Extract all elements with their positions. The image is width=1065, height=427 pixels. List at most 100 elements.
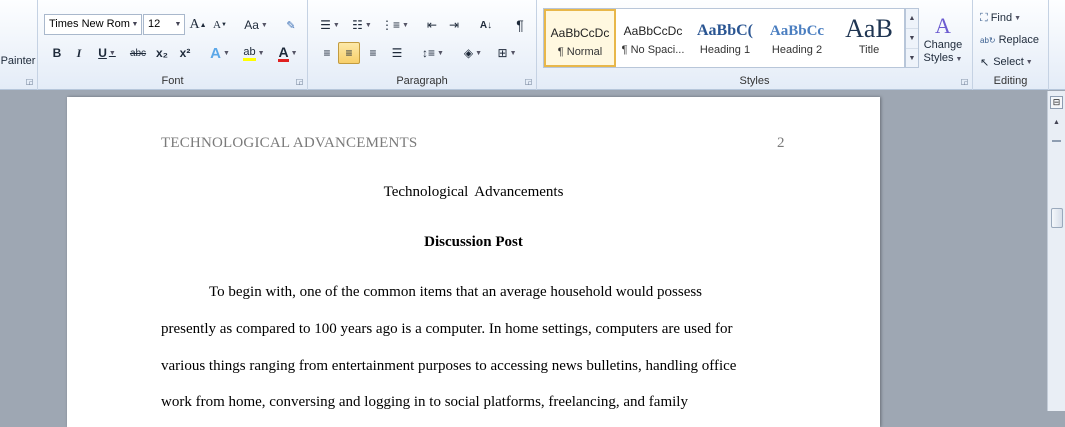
find-button[interactable]: ⛶ Find ▼ [979,7,1041,29]
align-left-button[interactable]: ≡ [316,42,338,64]
sort-button[interactable]: A↓ [476,14,496,36]
style-name: Title [858,44,880,56]
justify-button[interactable]: ☰ [386,42,408,64]
bold-icon: B [52,46,62,60]
clear-formatting-icon: ✎ [286,19,296,32]
ribbon: Painter ◲ Times New Rom ▼ 12 ▼ A ▲ A ▼ Aa ▼… [0,0,1065,90]
increase-indent-icon: ⇥ [448,18,460,32]
document-page[interactable]: TECHNOLOGICAL ADVANCEMENTS 2 Technologic… [67,97,880,427]
decrease-indent-button[interactable]: ⇤ [422,14,442,36]
replace-icon: ab↻ [980,35,996,45]
format-painter-label: Painter [0,55,36,67]
grow-font-button[interactable]: A ▲ [188,14,208,36]
borders-icon: ⊞ [497,46,508,60]
highlight-button[interactable]: ab ▼ [238,42,270,64]
paragraph-group: ☰ ▼ ☷ ▼ ⋮≡ ▼ ⇤ ⇥ A↓ ¶ ≡ ≡ ≡ ☰ ↕≡ ▼ ◈ ▼ ⊞… [308,0,537,90]
clipboard-group: Painter ◲ [0,0,38,90]
multilevel-list-button[interactable]: ⋮≡ ▼ [380,14,410,36]
grow-font-icon: A [189,17,200,32]
font-color-icon: A [278,43,289,62]
font-launcher-icon[interactable]: ◲ [295,77,304,86]
align-left-icon: ≡ [323,46,331,60]
clipboard-launcher-icon[interactable]: ◲ [25,77,34,86]
gallery-more-icon[interactable]: ▼ [906,49,918,69]
italic-button[interactable]: I [70,42,88,64]
font-group-label: Font [161,75,184,87]
style-sample: AaBbCcDc [550,26,610,40]
subscript-icon: x₂ [155,46,168,60]
bullets-icon: ☰ [320,18,331,32]
underline-button[interactable]: U ▼ [93,42,121,64]
page-number: 2 [777,135,785,151]
change-styles-button[interactable]: A Change Styles ▼ [918,6,968,72]
gallery-down-icon[interactable]: ▼ [906,29,918,49]
view-ruler-icon[interactable]: ⊟ [1050,96,1063,109]
select-button[interactable]: ↖ Select ▼ [979,51,1045,73]
replace-button[interactable]: ab↻ Replace [979,29,1045,51]
strikethrough-icon: abc [129,47,147,59]
style-sample: AaBbCcDc [623,24,683,38]
superscript-button[interactable]: x² [175,42,195,64]
increase-indent-button[interactable]: ⇥ [444,14,464,36]
scroll-up-icon[interactable]: ▲ [1050,116,1063,129]
align-right-button[interactable]: ≡ [362,42,384,64]
decrease-indent-icon: ⇤ [426,18,438,32]
styles-launcher-icon[interactable]: ◲ [960,77,969,86]
align-center-icon: ≡ [345,46,353,60]
strikethrough-button[interactable]: abc [127,42,149,64]
shading-button[interactable]: ◈ ▼ [458,42,488,64]
paragraph-launcher-icon[interactable]: ◲ [524,77,533,86]
font-color-button[interactable]: A ▼ [274,42,302,64]
style-name: ¶ No Spaci... [621,44,685,56]
split-handle[interactable] [1052,140,1061,142]
underline-icon: U [98,46,107,60]
bold-button[interactable]: B [48,42,66,64]
format-painter-button[interactable]: Painter [0,50,36,72]
chevron-down-icon[interactable]: ▼ [129,15,141,34]
font-size-combo[interactable]: 12 ▼ [143,14,185,35]
paragraph-group-label: Paragraph [396,75,448,87]
editing-group: ⛶ Find ▼ ab↻ Replace ↖ Select ▼ Editing [973,0,1049,90]
gallery-up-icon[interactable]: ▲ [906,9,918,29]
select-label: Select [993,56,1024,68]
shrink-font-button[interactable]: A ▼ [210,14,230,36]
style-title[interactable]: AaB Title [833,9,905,67]
shrink-font-icon: A [213,19,221,31]
italic-icon: I [76,45,82,60]
show-formatting-button[interactable]: ¶ [510,14,530,36]
text-effects-button[interactable]: A ▼ [206,42,234,64]
font-group: Times New Rom ▼ 12 ▼ A ▲ A ▼ Aa ▼ ✎ B I U ▼ … [38,0,308,90]
style-sample: AaBbC( [696,22,753,39]
justify-icon: ☰ [391,46,403,60]
clear-formatting-button[interactable]: ✎ [280,14,302,36]
vertical-scrollbar[interactable] [1047,91,1065,411]
styles-group-label: Styles [739,75,770,87]
body-line: work from home, conversing and logging i… [161,394,688,410]
scrollbar-thumb[interactable] [1051,208,1063,228]
borders-button[interactable]: ⊞ ▼ [492,42,522,64]
numbering-button[interactable]: ☷ ▼ [348,14,376,36]
body-line: To begin with, one of the common items t… [209,284,703,300]
align-center-button[interactable]: ≡ [338,42,360,64]
style-heading-2[interactable]: AaBbCc Heading 2 [761,9,833,67]
font-family-combo[interactable]: Times New Rom ▼ [44,14,142,35]
running-header: TECHNOLOGICAL ADVANCEMENTS [161,135,418,151]
bullets-button[interactable]: ☰ ▼ [316,14,344,36]
line-spacing-button[interactable]: ↕≡ ▼ [418,42,448,64]
change-case-button[interactable]: Aa ▼ [242,14,270,36]
style-sample: AaB [845,14,893,43]
change-styles-label-1: Change [923,38,963,51]
multilevel-list-icon: ⋮≡ [381,18,401,32]
body-line: various things ranging from entertainmen… [161,358,737,374]
chevron-down-icon[interactable]: ▼ [172,15,184,34]
style-name: Heading 1 [699,44,751,56]
line-spacing-icon: ↕≡ [422,46,436,60]
body-line: presently as compared to 100 years ago i… [161,321,733,337]
style-heading-1[interactable]: AaBbC( Heading 1 [689,9,761,67]
document-title: Technological Advancements [383,184,564,200]
style-no-spacing[interactable]: AaBbCcDc ¶ No Spaci... [617,9,689,67]
subscript-button[interactable]: x₂ [152,42,172,64]
change-styles-icon: A [935,12,951,38]
highlight-icon: ab [243,46,256,61]
style-normal[interactable]: AaBbCcDc ¶ Normal [544,9,616,67]
